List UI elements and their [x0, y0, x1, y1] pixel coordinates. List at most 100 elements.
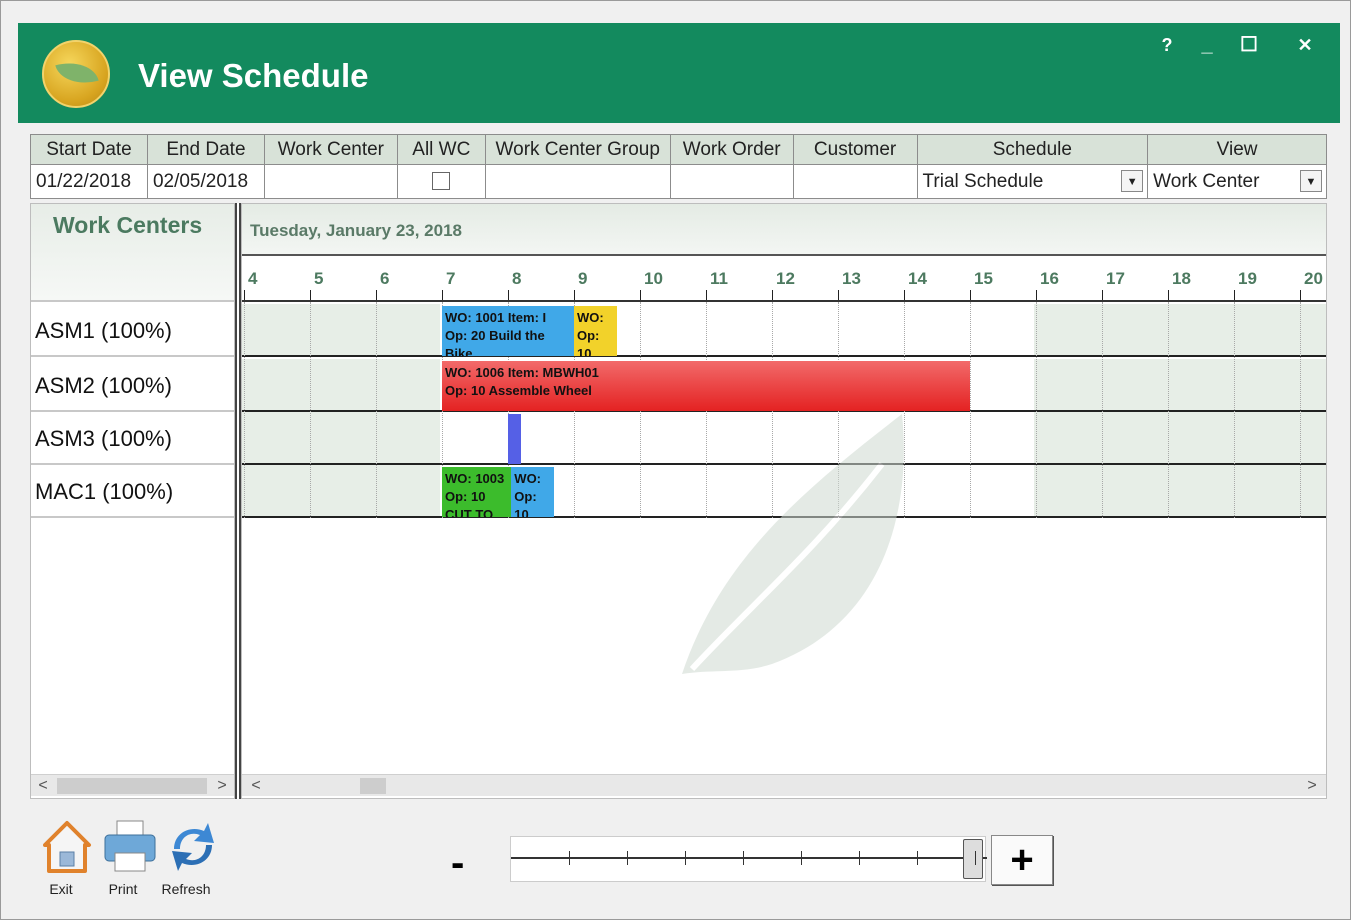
- all-wc-checkbox[interactable]: [432, 172, 451, 191]
- schedule-bar[interactable]: [508, 414, 522, 464]
- hour-label: 16: [1040, 269, 1059, 288]
- end-date-field[interactable]: 02/05/2018: [146, 164, 265, 199]
- refresh-icon: [172, 823, 214, 871]
- left-horizontal-scrollbar[interactable]: < >: [31, 774, 234, 796]
- bar-text: WO: 1001 Item: I: [445, 310, 547, 325]
- hour-tick: [1234, 290, 1235, 300]
- hour-label: 8: [512, 269, 522, 288]
- hour-label: 9: [578, 269, 588, 288]
- work-center-row[interactable]: ASM1 (100%): [31, 304, 234, 357]
- leaf-watermark-icon: [682, 414, 904, 674]
- slider-tick: [569, 851, 570, 865]
- maximize-button[interactable]: ☐: [1235, 31, 1263, 59]
- hour-gridline: [1234, 302, 1235, 518]
- hour-label: 12: [776, 269, 795, 288]
- scroll-left-icon[interactable]: <: [246, 775, 266, 797]
- slider-tick: [627, 851, 628, 865]
- gantt-date: Tuesday, January 23, 2018: [250, 221, 462, 240]
- printer-icon: [104, 820, 156, 872]
- zoom-in-button[interactable]: +: [991, 835, 1053, 885]
- schedule-bar[interactable]: WO: 1001 Item: I Op: 20 Build the Bike: [442, 306, 574, 356]
- hour-tick: [1300, 290, 1301, 300]
- hour-tick: [1102, 290, 1103, 300]
- chevron-down-icon[interactable]: ▼: [1300, 170, 1322, 192]
- work-center-field[interactable]: [263, 164, 398, 199]
- hour-tick: [310, 290, 311, 300]
- schedule-bar[interactable]: WO: Op: 10: [574, 306, 617, 356]
- help-button[interactable]: ?: [1153, 31, 1181, 59]
- scroll-thumb[interactable]: [57, 778, 207, 794]
- schedule-value: Trial Schedule: [922, 170, 1044, 192]
- work-centers-header: Work Centers: [31, 204, 234, 302]
- all-wc-label: All WC: [396, 134, 486, 165]
- start-date-field[interactable]: 01/22/2018: [30, 164, 148, 199]
- work-center-row[interactable]: ASM3 (100%): [31, 412, 234, 465]
- hour-tick: [574, 290, 575, 300]
- hour-gridline: [970, 302, 971, 518]
- chevron-down-icon[interactable]: ▼: [1121, 170, 1144, 192]
- work-center-row[interactable]: ASM2 (100%): [31, 359, 234, 412]
- hour-label: 11: [710, 269, 728, 288]
- bar-text: CUT TO: [445, 507, 494, 517]
- schedule-bar[interactable]: WO: 1003 Op: 10 CUT TO: [442, 467, 512, 517]
- print-label: Print: [108, 881, 138, 897]
- print-button[interactable]: Print: [103, 819, 157, 897]
- app-window: View Schedule ? _ ☐ ✕ Start Date End Dat…: [0, 0, 1351, 920]
- hour-tick: [1168, 290, 1169, 300]
- scroll-thumb[interactable]: [360, 778, 386, 794]
- hour-tick: [904, 290, 905, 300]
- zoom-out-button[interactable]: -: [451, 841, 464, 886]
- gantt-date-header: Tuesday, January 23, 2018: [242, 204, 1326, 256]
- scroll-right-icon[interactable]: >: [1302, 775, 1322, 797]
- work-order-field[interactable]: [669, 164, 794, 199]
- hour-label: 6: [380, 269, 390, 288]
- zoom-slider-handle[interactable]: [963, 839, 983, 879]
- hour-tick: [1036, 290, 1037, 300]
- work-centers-panel: Work Centers ASM1 (100%) ASM2 (100%) ASM…: [30, 203, 235, 799]
- scroll-right-icon[interactable]: >: [212, 775, 232, 797]
- work-center-group-field[interactable]: [484, 164, 671, 199]
- refresh-button[interactable]: Refresh: [161, 819, 220, 897]
- work-centers-title: Work Centers: [53, 212, 203, 238]
- schedule-dropdown[interactable]: Trial Schedule ▼: [916, 164, 1149, 199]
- view-label: View: [1147, 134, 1327, 165]
- hour-gridline: [310, 302, 311, 518]
- hour-tick: [640, 290, 641, 300]
- slider-tick: [975, 851, 976, 865]
- bar-text: 10: [577, 346, 592, 356]
- scroll-left-icon[interactable]: <: [33, 775, 53, 797]
- customer-label: Customer: [792, 134, 918, 165]
- bar-text: WO:: [514, 471, 542, 486]
- minimize-button[interactable]: _: [1193, 31, 1221, 59]
- hour-label: 19: [1238, 269, 1257, 288]
- customer-field[interactable]: [792, 164, 918, 199]
- gantt-row: [242, 304, 1326, 357]
- bar-text: Bike: [445, 346, 473, 356]
- hour-gridline: [1300, 302, 1301, 518]
- bar-text: Op:: [577, 328, 600, 343]
- bar-text: Op: 10: [445, 489, 486, 504]
- gantt-chart: Tuesday, January 23, 2018 4 5 6 7 8 9 10 11 12 13…: [241, 203, 1327, 799]
- hour-scale: 4 5 6 7 8 9 10 11 12 13 14 15 16 17 18 19 20: [242, 256, 1326, 302]
- bar-text: Op: 10 Assemble Wheel: [445, 383, 592, 398]
- work-center-group-label: Work Center Group: [484, 134, 671, 165]
- all-wc-cell: [396, 164, 486, 199]
- gantt-horizontal-scrollbar[interactable]: < >: [242, 774, 1326, 796]
- hour-gridline: [1168, 302, 1169, 518]
- zoom-slider[interactable]: [510, 836, 987, 882]
- view-dropdown[interactable]: Work Center ▼: [1147, 164, 1327, 199]
- filter-bar: Start Date End Date Work Center All WC W…: [30, 134, 1327, 199]
- work-center-row[interactable]: MAC1 (100%): [31, 465, 234, 518]
- title-bar: View Schedule ? _ ☐ ✕: [18, 23, 1340, 123]
- hour-gridline: [244, 302, 245, 518]
- schedule-bar[interactable]: WO: Op: 10: [511, 467, 555, 517]
- hour-label: 10: [644, 269, 663, 288]
- hour-gridline: [1036, 302, 1037, 518]
- exit-button[interactable]: Exit: [41, 819, 93, 897]
- slider-tick: [743, 851, 744, 865]
- hour-tick: [706, 290, 707, 300]
- work-center-label: Work Center: [263, 134, 398, 165]
- close-button[interactable]: ✕: [1291, 31, 1319, 59]
- hour-label: 14: [908, 269, 927, 288]
- window-title: View Schedule: [138, 57, 369, 94]
